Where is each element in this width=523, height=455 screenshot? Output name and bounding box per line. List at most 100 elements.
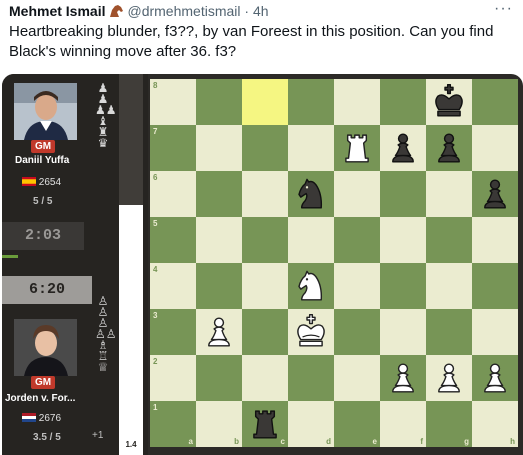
rank-label: 1 — [153, 403, 158, 412]
black-rook-icon[interactable] — [245, 404, 285, 444]
square-c2[interactable] — [242, 355, 288, 401]
square-g4[interactable] — [426, 263, 472, 309]
title-badge: GM — [31, 140, 56, 153]
rank-label: 5 — [153, 219, 158, 228]
rank-label: 3 — [153, 311, 158, 320]
square-a2[interactable]: 2 — [150, 355, 196, 401]
square-h7[interactable] — [472, 125, 518, 171]
player-name[interactable]: Daniil Yuffa — [15, 155, 69, 166]
square-d6[interactable] — [288, 171, 334, 217]
square-a3[interactable]: 3 — [150, 309, 196, 355]
square-f2[interactable] — [380, 355, 426, 401]
black-pawn-icon[interactable] — [383, 128, 423, 168]
square-d8[interactable] — [288, 79, 334, 125]
captured-piece: ♕ — [97, 360, 109, 374]
white-pawn-icon[interactable] — [383, 358, 423, 398]
square-b1[interactable]: b — [196, 401, 242, 447]
square-b3[interactable] — [196, 309, 242, 355]
square-e2[interactable] — [334, 355, 380, 401]
square-f4[interactable] — [380, 263, 426, 309]
square-b2[interactable] — [196, 355, 242, 401]
black-knight-icon[interactable] — [291, 174, 331, 214]
square-a8[interactable]: 8 — [150, 79, 196, 125]
square-c1[interactable]: c — [242, 401, 288, 447]
square-g8[interactable] — [426, 79, 472, 125]
chess-board[interactable]: 87654321abcdefgh — [150, 79, 518, 447]
square-c4[interactable] — [242, 263, 288, 309]
rank-label: 8 — [153, 81, 158, 90]
more-options-icon[interactable]: ··· — [494, 0, 513, 18]
white-pawn-icon[interactable] — [429, 358, 469, 398]
square-h8[interactable] — [472, 79, 518, 125]
square-f8[interactable] — [380, 79, 426, 125]
square-g2[interactable] — [426, 355, 472, 401]
square-f3[interactable] — [380, 309, 426, 355]
square-f5[interactable] — [380, 217, 426, 263]
square-g6[interactable] — [426, 171, 472, 217]
white-knight-icon[interactable] — [291, 266, 331, 306]
square-b6[interactable] — [196, 171, 242, 217]
square-f6[interactable] — [380, 171, 426, 217]
author-handle[interactable]: @drmehmetismail — [127, 3, 240, 19]
square-e3[interactable] — [334, 309, 380, 355]
square-d3[interactable] — [288, 309, 334, 355]
square-a7[interactable]: 7 — [150, 125, 196, 171]
evaluation-bar: 1.4 — [119, 74, 143, 455]
white-pawn-icon[interactable] — [199, 312, 239, 352]
rank-label: 4 — [153, 265, 158, 274]
white-king-icon[interactable] — [291, 312, 331, 352]
square-g3[interactable] — [426, 309, 472, 355]
square-h6[interactable] — [472, 171, 518, 217]
white-pawn-icon[interactable] — [475, 358, 515, 398]
square-c3[interactable] — [242, 309, 288, 355]
square-e8[interactable] — [334, 79, 380, 125]
black-pawn-icon[interactable] — [475, 174, 515, 214]
square-e6[interactable] — [334, 171, 380, 217]
square-h5[interactable] — [472, 217, 518, 263]
players-panel: GM Daniil Yuffa 2654 5 / 5 ♟ ♟ ♟♟ ♝ ♜ ♛ … — [2, 74, 148, 455]
square-g7[interactable] — [426, 125, 472, 171]
black-pawn-icon[interactable] — [429, 128, 469, 168]
square-a6[interactable]: 6 — [150, 171, 196, 217]
square-d7[interactable] — [288, 125, 334, 171]
player-name[interactable]: Jorden v. For... — [5, 393, 75, 404]
author-name[interactable]: Mehmet Ismail — [9, 3, 105, 19]
square-c6[interactable] — [242, 171, 288, 217]
square-d2[interactable] — [288, 355, 334, 401]
rating-value: 2654 — [38, 177, 62, 188]
square-h3[interactable] — [472, 309, 518, 355]
square-c5[interactable] — [242, 217, 288, 263]
square-e7[interactable] — [334, 125, 380, 171]
white-rook-icon[interactable] — [337, 128, 377, 168]
square-g1[interactable]: g — [426, 401, 472, 447]
square-a4[interactable]: 4 — [150, 263, 196, 309]
square-h1[interactable]: h — [472, 401, 518, 447]
chess-image[interactable]: GM Daniil Yuffa 2654 5 / 5 ♟ ♟ ♟♟ ♝ ♜ ♛ … — [2, 74, 523, 455]
square-g5[interactable] — [426, 217, 472, 263]
file-label: a — [188, 437, 193, 446]
square-d1[interactable]: d — [288, 401, 334, 447]
square-c7[interactable] — [242, 125, 288, 171]
square-b5[interactable] — [196, 217, 242, 263]
square-a5[interactable]: 5 — [150, 217, 196, 263]
square-d4[interactable] — [288, 263, 334, 309]
tweet-text: Heartbreaking blunder, f3??, by van Fore… — [9, 23, 494, 60]
square-c8[interactable] — [242, 79, 288, 125]
square-e4[interactable] — [334, 263, 380, 309]
square-h2[interactable] — [472, 355, 518, 401]
file-label: e — [372, 437, 377, 446]
square-f1[interactable]: f — [380, 401, 426, 447]
square-a1[interactable]: 1a — [150, 401, 196, 447]
square-e5[interactable] — [334, 217, 380, 263]
square-b8[interactable] — [196, 79, 242, 125]
square-d5[interactable] — [288, 217, 334, 263]
tweet-header: Mehmet Ismail @drmehmetismail · 4h — [9, 2, 269, 20]
square-h4[interactable] — [472, 263, 518, 309]
captured-pieces-bottom: ♙ ♙ ♙ ♙♙ ♗ ♖ ♕ — [95, 295, 117, 374]
square-b4[interactable] — [196, 263, 242, 309]
square-b7[interactable] — [196, 125, 242, 171]
square-f7[interactable] — [380, 125, 426, 171]
black-king-icon[interactable] — [429, 82, 469, 122]
square-e1[interactable]: e — [334, 401, 380, 447]
tweet-time[interactable]: 4h — [253, 3, 269, 19]
